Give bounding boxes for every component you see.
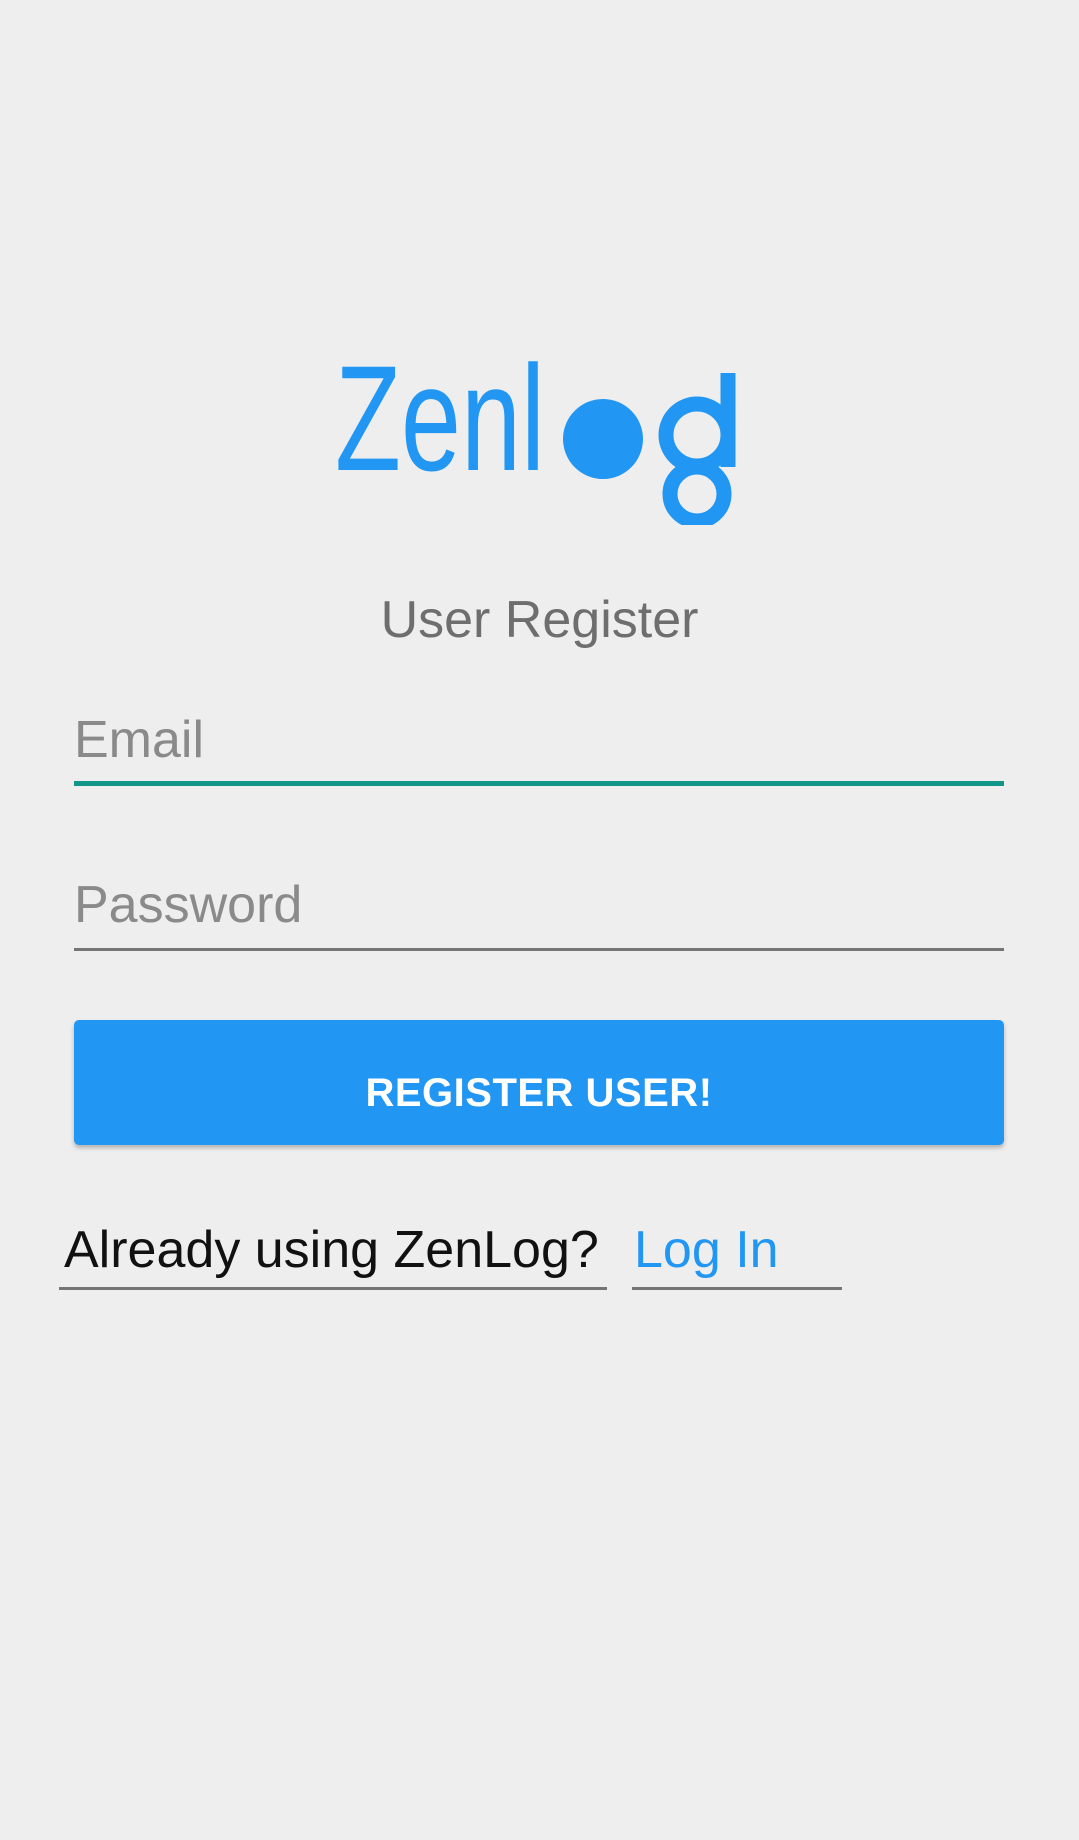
logo-o-dot xyxy=(563,399,643,479)
email-underline xyxy=(74,781,1004,786)
email-field-wrapper xyxy=(74,700,1004,786)
already-using-text: Already using ZenLog? xyxy=(59,1215,607,1290)
password-field-wrapper xyxy=(74,865,1004,951)
zenlog-logo: Zenl xyxy=(335,345,745,525)
logo-g-glyph xyxy=(658,373,736,525)
logo-text-start: Zenl xyxy=(335,345,545,502)
page-title: User Register xyxy=(380,591,699,649)
email-input[interactable] xyxy=(74,700,1004,780)
password-input[interactable] xyxy=(74,865,1004,945)
zenlog-logo-graphic: Zenl xyxy=(335,345,736,525)
register-screen: Zenl User Register REGISTER USER! Alread… xyxy=(0,0,1079,1840)
login-link[interactable]: Log In xyxy=(632,1215,842,1290)
register-button[interactable]: REGISTER USER! xyxy=(74,1020,1004,1145)
password-underline xyxy=(74,948,1004,951)
